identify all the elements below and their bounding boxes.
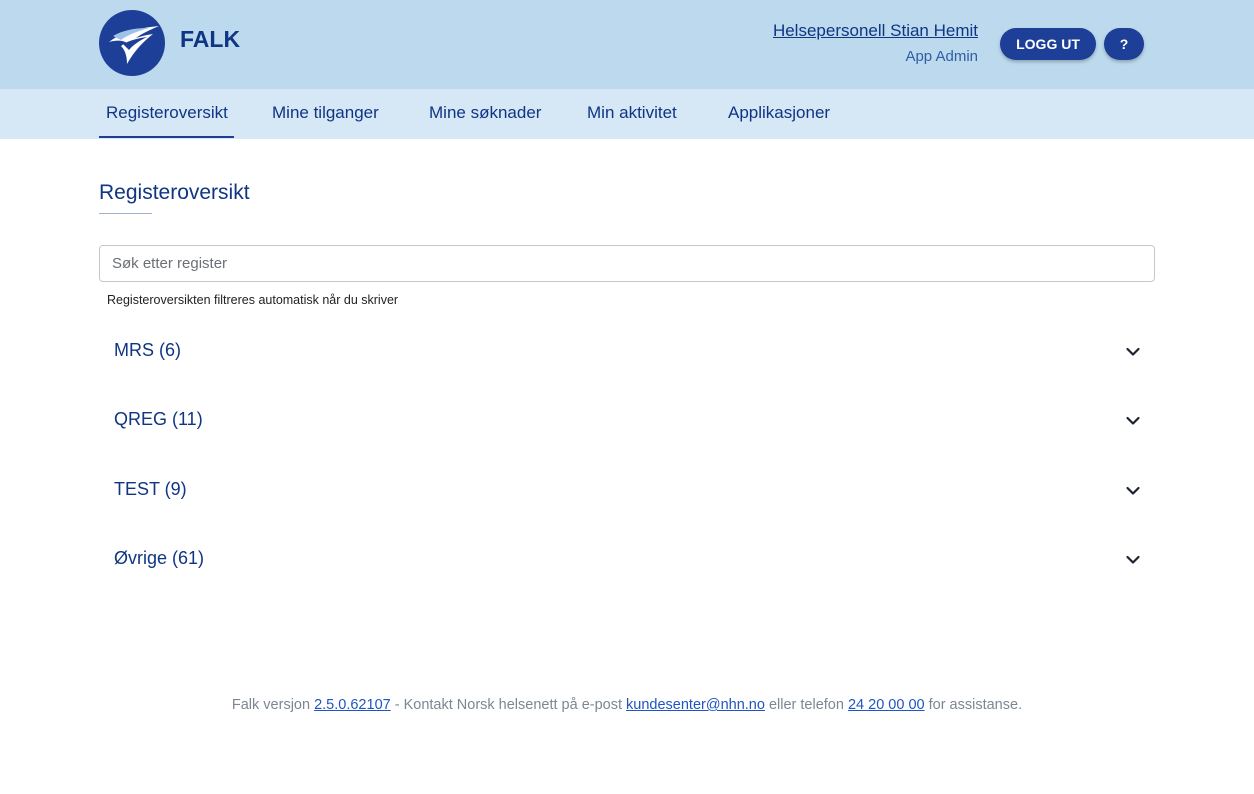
- tab-mine-soknader[interactable]: Mine søknader: [429, 103, 541, 123]
- page-footer: Falk versjon 2.5.0.62107 - Kontakt Norsk…: [0, 697, 1254, 713]
- version-link[interactable]: 2.5.0.62107: [314, 697, 391, 713]
- chevron-down-icon[interactable]: [1125, 552, 1141, 568]
- tab-mine-tilganger[interactable]: Mine tilganger: [272, 103, 379, 123]
- chevron-down-icon[interactable]: [1125, 483, 1141, 499]
- tab-applikasjoner[interactable]: Applikasjoner: [728, 103, 830, 123]
- register-group-ovrige[interactable]: Øvrige (61): [99, 533, 1155, 587]
- tab-min-aktivitet[interactable]: Min aktivitet: [587, 103, 677, 123]
- app-header: FALK Helsepersonell Stian Hemit App Admi…: [0, 0, 1254, 89]
- user-role: App Admin: [905, 48, 978, 65]
- footer-phone-prefix: eller telefon: [764, 697, 848, 713]
- register-group-label: TEST (9): [114, 479, 187, 499]
- title-divider: [99, 213, 152, 214]
- register-group-label: Øvrige (61): [114, 548, 205, 568]
- search-hint: Registeroversikten filtreres automatisk …: [107, 293, 399, 307]
- falk-bird-icon: [109, 26, 159, 64]
- active-tab-indicator: [99, 136, 234, 138]
- register-group-test[interactable]: TEST (9): [99, 464, 1155, 518]
- footer-version-prefix: Falk versjon: [231, 697, 315, 713]
- search-input[interactable]: [100, 246, 1142, 281]
- app-name: FALK: [180, 26, 241, 52]
- user-name-link[interactable]: Helsepersonell Stian Hemit: [773, 21, 978, 41]
- footer-suffix: for assistanse.: [924, 697, 1023, 713]
- phone-link[interactable]: 24 20 00 00: [848, 697, 925, 713]
- email-link[interactable]: kundesenter@nhn.no: [626, 697, 765, 713]
- tab-registeroversikt[interactable]: Registeroversikt: [106, 103, 228, 123]
- falk-logo[interactable]: [99, 10, 165, 76]
- logout-button[interactable]: LOGG UT: [1000, 28, 1096, 60]
- chevron-down-icon[interactable]: [1125, 344, 1141, 360]
- register-group-label: QREG (11): [114, 409, 203, 429]
- help-button[interactable]: ?: [1104, 28, 1144, 60]
- search-field[interactable]: [99, 245, 1155, 282]
- main-nav: Registeroversikt Mine tilganger Mine søk…: [0, 89, 1254, 139]
- register-group-qreg[interactable]: QREG (11): [99, 394, 1155, 448]
- page-title: Registeroversikt: [99, 181, 250, 204]
- register-group-mrs[interactable]: MRS (6): [99, 325, 1155, 379]
- chevron-down-icon[interactable]: [1125, 413, 1141, 429]
- register-group-label: MRS (6): [114, 340, 181, 360]
- footer-contact-text: - Kontakt Norsk helsenett på e-post: [390, 697, 627, 713]
